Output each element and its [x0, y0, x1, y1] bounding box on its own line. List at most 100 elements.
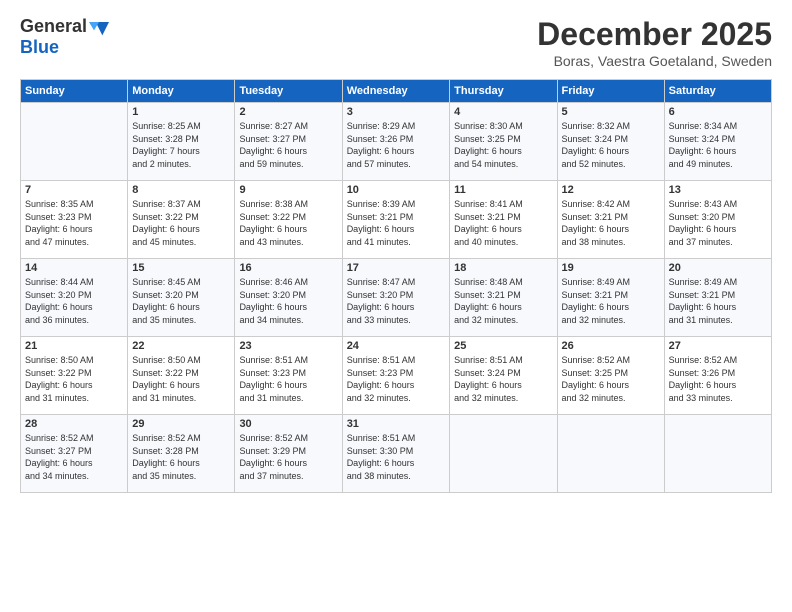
day-number: 15: [132, 262, 230, 274]
day-info: Sunrise: 8:51 AM Sunset: 3:23 PM Dayligh…: [347, 354, 445, 404]
table-row: 6 Sunrise: 8:34 AM Sunset: 3:24 PM Daylig…: [664, 103, 771, 181]
day-info: Sunrise: 8:27 AM Sunset: 3:27 PM Dayligh…: [239, 120, 337, 170]
day-number: 18: [454, 262, 552, 274]
calendar-week-row: 1Sunrise: 8:25 AM Sunset: 3:28 PM Daylig…: [21, 103, 772, 181]
table-row: 24 Sunrise: 8:51 AM Sunset: 3:23 PM Dayli…: [342, 337, 449, 415]
table-row: 10 Sunrise: 8:39 AM Sunset: 3:21 PM Dayli…: [342, 181, 449, 259]
calendar: Sunday Monday Tuesday Wednesday Thursday…: [20, 79, 772, 493]
table-row: 28 Sunrise: 8:52 AM Sunset: 3:27 PM Dayli…: [21, 415, 128, 493]
col-monday: Monday: [128, 80, 235, 103]
day-info: Sunrise: 8:51 AM Sunset: 3:23 PM Dayligh…: [239, 354, 337, 404]
col-sunday: Sunday: [21, 80, 128, 103]
location: Boras, Vaestra Goetaland, Sweden: [537, 53, 772, 69]
day-info: Sunrise: 8:34 AM Sunset: 3:24 PM Dayligh…: [669, 120, 767, 170]
logo-blue-text: Blue: [20, 37, 59, 57]
day-number: 10: [347, 184, 445, 196]
day-number: 17: [347, 262, 445, 274]
day-info: Sunrise: 8:51 AM Sunset: 3:30 PM Dayligh…: [347, 432, 445, 482]
table-row: 26 Sunrise: 8:52 AM Sunset: 3:25 PM Dayli…: [557, 337, 664, 415]
day-info: Sunrise: 8:52 AM Sunset: 3:25 PM Dayligh…: [562, 354, 660, 404]
col-tuesday: Tuesday: [235, 80, 342, 103]
day-info: Sunrise: 8:35 AM Sunset: 3:23 PM Dayligh…: [25, 198, 123, 248]
day-number: 14: [25, 262, 123, 274]
col-saturday: Saturday: [664, 80, 771, 103]
table-row: 16 Sunrise: 8:46 AM Sunset: 3:20 PM Dayli…: [235, 259, 342, 337]
day-number: 24: [347, 340, 445, 352]
day-info: Sunrise: 8:48 AM Sunset: 3:21 PM Dayligh…: [454, 276, 552, 326]
table-row: 30Sunrise: 8:52 AM Sunset: 3:29 PM Dayli…: [235, 415, 342, 493]
table-row: 27 Sunrise: 8:52 AM Sunset: 3:26 PM Dayli…: [664, 337, 771, 415]
col-thursday: Thursday: [450, 80, 557, 103]
logo: General Blue: [20, 16, 109, 58]
day-number: 1: [132, 106, 230, 118]
day-number: 29: [132, 418, 230, 430]
day-info: Sunrise: 8:47 AM Sunset: 3:20 PM Dayligh…: [347, 276, 445, 326]
day-number: 26: [562, 340, 660, 352]
table-row: 17 Sunrise: 8:47 AM Sunset: 3:20 PM Dayli…: [342, 259, 449, 337]
day-number: 19: [562, 262, 660, 274]
day-info: Sunrise: 8:52 AM Sunset: 3:26 PM Dayligh…: [669, 354, 767, 404]
day-info: Sunrise: 8:39 AM Sunset: 3:21 PM Dayligh…: [347, 198, 445, 248]
table-row: 29 Sunrise: 8:52 AM Sunset: 3:28 PM Dayli…: [128, 415, 235, 493]
day-number: 12: [562, 184, 660, 196]
table-row: [21, 103, 128, 181]
table-row: 4 Sunrise: 8:30 AM Sunset: 3:25 PM Daylig…: [450, 103, 557, 181]
calendar-header-row: Sunday Monday Tuesday Wednesday Thursday…: [21, 80, 772, 103]
day-info: Sunrise: 8:38 AM Sunset: 3:22 PM Dayligh…: [239, 198, 337, 248]
month-title: December 2025: [537, 16, 772, 53]
logo-general-text: General: [20, 16, 87, 37]
title-section: December 2025 Boras, Vaestra Goetaland, …: [537, 16, 772, 69]
day-info: Sunrise: 8:51 AM Sunset: 3:24 PM Dayligh…: [454, 354, 552, 404]
day-info: Sunrise: 8:32 AM Sunset: 3:24 PM Dayligh…: [562, 120, 660, 170]
day-info: Sunrise: 8:46 AM Sunset: 3:20 PM Dayligh…: [239, 276, 337, 326]
day-info: Sunrise: 8:50 AM Sunset: 3:22 PM Dayligh…: [25, 354, 123, 404]
table-row: 18 Sunrise: 8:48 AM Sunset: 3:21 PM Dayli…: [450, 259, 557, 337]
table-row: 9 Sunrise: 8:38 AM Sunset: 3:22 PM Daylig…: [235, 181, 342, 259]
table-row: 8 Sunrise: 8:37 AM Sunset: 3:22 PM Daylig…: [128, 181, 235, 259]
table-row: [557, 415, 664, 493]
table-row: 21 Sunrise: 8:50 AM Sunset: 3:22 PM Dayli…: [21, 337, 128, 415]
day-info: Sunrise: 8:49 AM Sunset: 3:21 PM Dayligh…: [669, 276, 767, 326]
day-number: 11: [454, 184, 552, 196]
calendar-week-row: 21 Sunrise: 8:50 AM Sunset: 3:22 PM Dayli…: [21, 337, 772, 415]
logo-icon: [89, 17, 109, 37]
day-info: Sunrise: 8:52 AM Sunset: 3:27 PM Dayligh…: [25, 432, 123, 482]
day-number: 23: [239, 340, 337, 352]
header: General Blue December 2025 Boras, Vaestr…: [20, 16, 772, 69]
day-number: 22: [132, 340, 230, 352]
day-number: 16: [239, 262, 337, 274]
day-number: 28: [25, 418, 123, 430]
day-info: Sunrise: 8:49 AM Sunset: 3:21 PM Dayligh…: [562, 276, 660, 326]
day-info: Sunrise: 8:45 AM Sunset: 3:20 PM Dayligh…: [132, 276, 230, 326]
table-row: 23 Sunrise: 8:51 AM Sunset: 3:23 PM Dayli…: [235, 337, 342, 415]
day-number: 7: [25, 184, 123, 196]
day-number: 21: [25, 340, 123, 352]
day-number: 9: [239, 184, 337, 196]
day-info: Sunrise: 8:43 AM Sunset: 3:20 PM Dayligh…: [669, 198, 767, 248]
table-row: 12Sunrise: 8:42 AM Sunset: 3:21 PM Dayli…: [557, 181, 664, 259]
day-info: Sunrise: 8:52 AM Sunset: 3:28 PM Dayligh…: [132, 432, 230, 482]
day-info: Sunrise: 8:30 AM Sunset: 3:25 PM Dayligh…: [454, 120, 552, 170]
day-info: Sunrise: 8:29 AM Sunset: 3:26 PM Dayligh…: [347, 120, 445, 170]
table-row: 22 Sunrise: 8:50 AM Sunset: 3:22 PM Dayli…: [128, 337, 235, 415]
table-row: 20Sunrise: 8:49 AM Sunset: 3:21 PM Dayli…: [664, 259, 771, 337]
day-number: 2: [239, 106, 337, 118]
calendar-week-row: 7 Sunrise: 8:35 AM Sunset: 3:23 PM Daylig…: [21, 181, 772, 259]
day-number: 13: [669, 184, 767, 196]
day-number: 31: [347, 418, 445, 430]
table-row: 7 Sunrise: 8:35 AM Sunset: 3:23 PM Daylig…: [21, 181, 128, 259]
table-row: 11Sunrise: 8:41 AM Sunset: 3:21 PM Dayli…: [450, 181, 557, 259]
day-info: Sunrise: 8:50 AM Sunset: 3:22 PM Dayligh…: [132, 354, 230, 404]
table-row: 31 Sunrise: 8:51 AM Sunset: 3:30 PM Dayli…: [342, 415, 449, 493]
day-info: Sunrise: 8:52 AM Sunset: 3:29 PM Dayligh…: [239, 432, 337, 482]
day-number: 27: [669, 340, 767, 352]
calendar-week-row: 14Sunrise: 8:44 AM Sunset: 3:20 PM Dayli…: [21, 259, 772, 337]
day-number: 6: [669, 106, 767, 118]
table-row: 25 Sunrise: 8:51 AM Sunset: 3:24 PM Dayli…: [450, 337, 557, 415]
day-number: 4: [454, 106, 552, 118]
col-wednesday: Wednesday: [342, 80, 449, 103]
day-info: Sunrise: 8:37 AM Sunset: 3:22 PM Dayligh…: [132, 198, 230, 248]
day-number: 25: [454, 340, 552, 352]
day-number: 8: [132, 184, 230, 196]
table-row: 15 Sunrise: 8:45 AM Sunset: 3:20 PM Dayli…: [128, 259, 235, 337]
